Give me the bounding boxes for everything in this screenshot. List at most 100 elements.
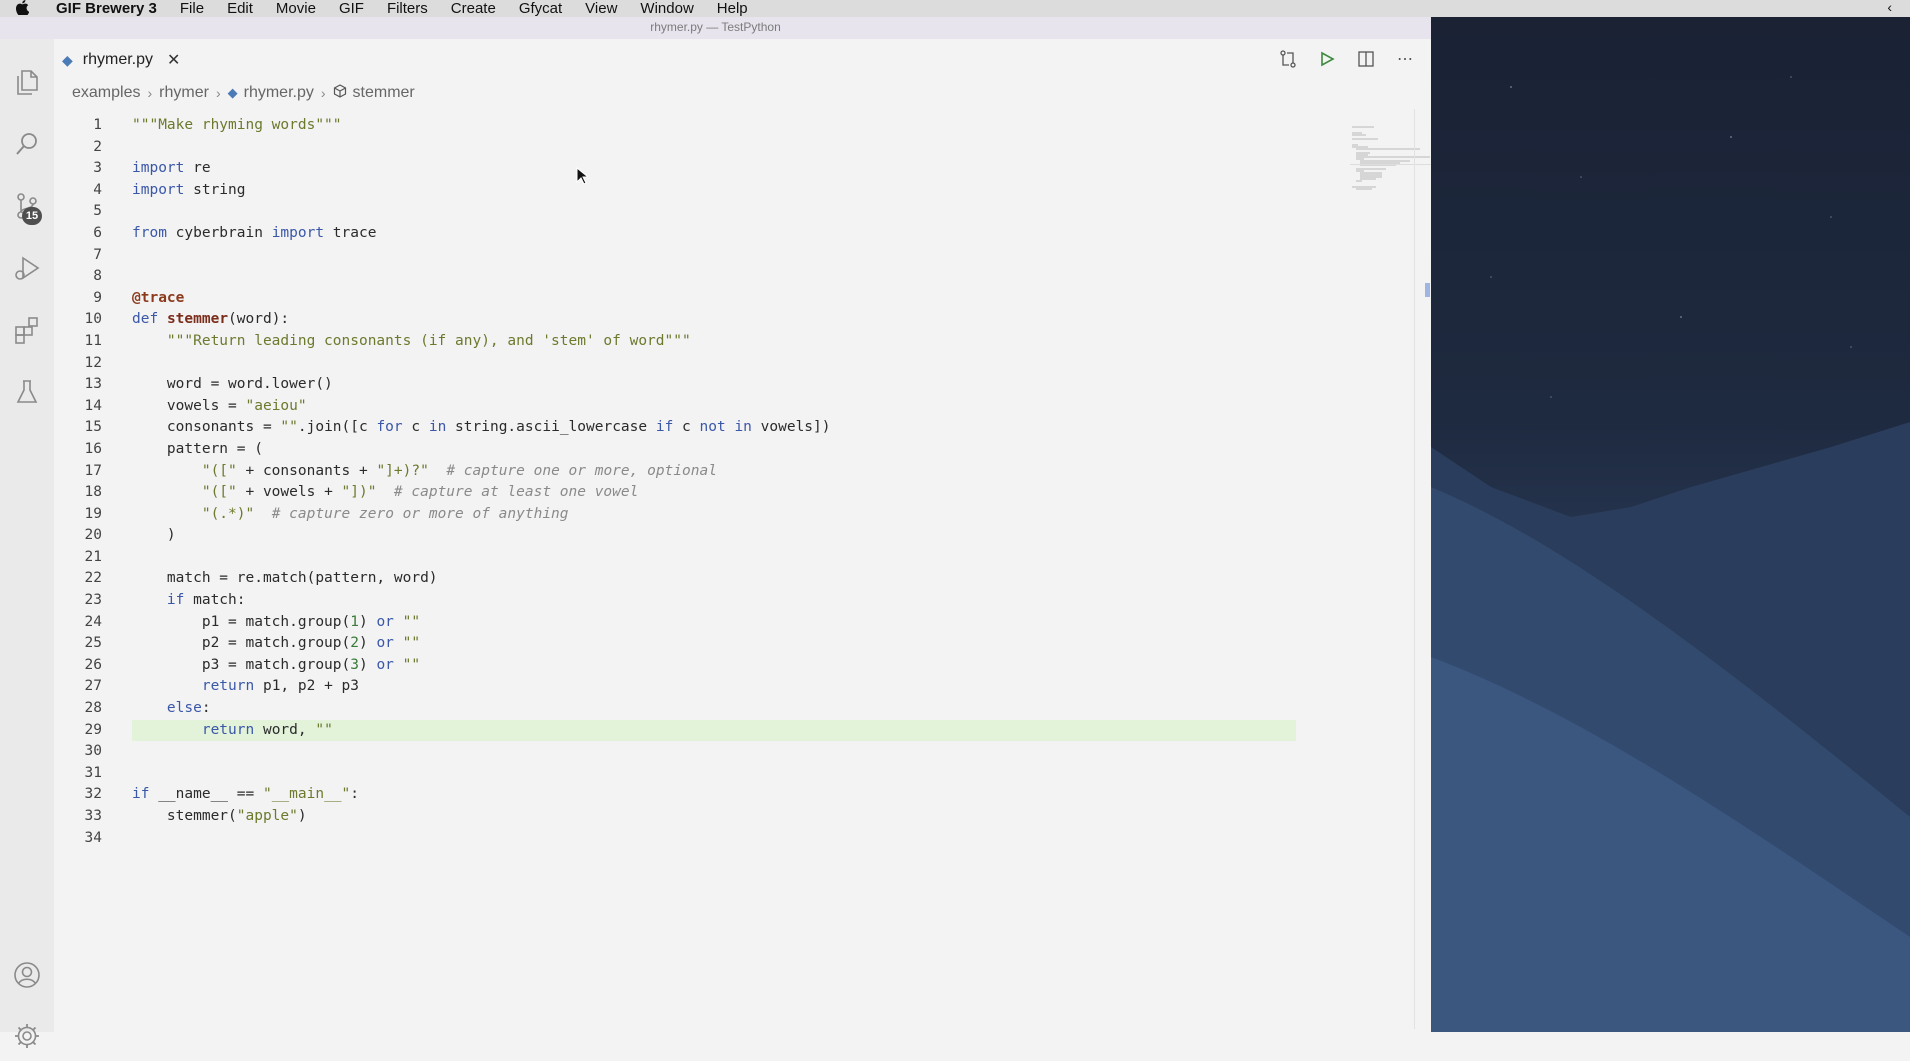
menu-edit[interactable]: Edit (227, 0, 253, 17)
code-line[interactable]: 7 (54, 245, 1294, 267)
menu-help[interactable]: Help (717, 0, 748, 17)
line-number: 31 (84, 764, 102, 781)
code-line[interactable]: 16 pattern = ( (54, 439, 1294, 461)
code-line[interactable]: 14 vowels = "aeiou" (54, 396, 1294, 418)
code-line[interactable]: 9 @trace (54, 288, 1294, 310)
scrollbar-marker (1425, 283, 1430, 297)
code-text: import string (132, 181, 246, 198)
code-line[interactable]: 31 (54, 763, 1294, 785)
line-number: 25 (84, 635, 102, 652)
code-line[interactable]: 32 if __name__ == "__main__": (54, 784, 1294, 806)
menu-filters[interactable]: Filters (387, 0, 428, 17)
breadcrumb-item[interactable]: examples (72, 84, 140, 102)
line-number: 14 (84, 397, 102, 414)
line-number: 28 (84, 700, 102, 717)
code-line[interactable]: 33 stemmer("apple") (54, 806, 1294, 828)
line-number: 1 (93, 117, 102, 133)
code-area[interactable]: 1 """Make rhyming words""" 2 3 import re 4 imp… (54, 115, 1296, 850)
menu-gif[interactable]: GIF (339, 0, 364, 17)
run-file-icon[interactable] (1315, 47, 1339, 71)
code-line[interactable]: 5 (54, 201, 1294, 223)
line-number: 15 (84, 419, 102, 436)
code-line[interactable]: 23 if match: (54, 590, 1294, 612)
code-line[interactable]: 25 p2 = match.group(2) or "" (54, 633, 1294, 655)
line-number: 5 (93, 203, 102, 220)
menu-file[interactable]: File (180, 0, 204, 17)
python-file-icon: ◆ (62, 51, 73, 68)
line-number: 8 (93, 268, 102, 285)
split-editor-icon[interactable] (1354, 47, 1378, 71)
testing-flask-icon[interactable] (0, 367, 54, 417)
apple-icon[interactable] (15, 0, 38, 18)
line-number: 21 (84, 548, 102, 565)
code-line[interactable]: 11 """Return leading consonants (if any)… (54, 331, 1294, 353)
extensions-icon[interactable] (0, 305, 54, 355)
code-line[interactable]: 29 return word, "" (54, 719, 1296, 742)
code-line[interactable]: 4 import string (54, 180, 1294, 202)
settings-gear-icon[interactable] (0, 1011, 54, 1061)
code-line[interactable]: 19 "(.*)" # capture zero or more of anyt… (54, 504, 1294, 526)
breadcrumb: examples › rhymer › ◆ rhymer.py › stemme… (72, 83, 415, 103)
source-control-icon[interactable]: 15 (0, 181, 54, 231)
run-debug-icon[interactable] (0, 243, 54, 293)
code-line[interactable]: 1 """Make rhyming words""" (54, 115, 1294, 137)
code-line[interactable]: 34 (54, 828, 1294, 850)
code-text: p3 = match.group(3) or "" (132, 656, 421, 673)
mouse-pointer-icon (576, 166, 590, 190)
explorer-icon[interactable] (0, 57, 54, 107)
code-line[interactable]: 6 from cyberbrain import trace (54, 223, 1294, 245)
code-line[interactable]: 3 import re (54, 158, 1294, 180)
chevron-left-icon[interactable]: ‹ (1887, 0, 1892, 15)
breadcrumb-item[interactable]: rhymer.py (244, 84, 314, 102)
code-line[interactable]: 24 p1 = match.group(1) or "" (54, 612, 1294, 634)
line-number: 17 (84, 462, 102, 479)
code-text: match = re.match(pattern, word) (132, 570, 438, 587)
minimap[interactable] (1350, 125, 1430, 205)
vscode-window: rhymer.py — TestPython 15 ◆ rhymer.py ✕ … (0, 17, 1468, 1048)
menu-gfycat[interactable]: Gfycat (519, 0, 562, 17)
tab-bar: ◆ rhymer.py ✕ ⋯ (54, 39, 1431, 79)
search-icon[interactable] (0, 119, 54, 169)
close-icon[interactable]: ✕ (167, 50, 180, 70)
code-line[interactable]: 12 (54, 353, 1294, 375)
open-changes-icon[interactable] (1276, 47, 1300, 71)
code-line[interactable]: 21 (54, 547, 1294, 569)
code-line[interactable]: 17 "([" + consonants + "]+)?" # capture … (54, 461, 1294, 483)
code-text: vowels = "aeiou" (132, 397, 307, 414)
menu-create[interactable]: Create (451, 0, 496, 17)
code-line[interactable]: 15 consonants = "".join([c for c in stri… (54, 417, 1294, 439)
code-text: if __name__ == "__main__": (132, 786, 360, 803)
line-number: 30 (84, 743, 102, 760)
code-text: @trace (132, 289, 185, 306)
code-line[interactable]: 20 ) (54, 525, 1294, 547)
more-actions-icon[interactable]: ⋯ (1393, 47, 1417, 71)
code-line[interactable]: 2 (54, 137, 1294, 159)
menu-view[interactable]: View (585, 0, 617, 17)
code-text: return word, "" (201, 721, 333, 738)
account-icon[interactable] (0, 950, 54, 1000)
code-text: from cyberbrain import trace (132, 224, 377, 241)
code-text: stemmer("apple") (132, 808, 307, 824)
menu-movie[interactable]: Movie (276, 0, 316, 17)
code-line[interactable]: 18 "([" + vowels + "])" # capture at lea… (54, 482, 1294, 504)
scrollbar-track[interactable] (1414, 109, 1415, 1029)
breadcrumb-item[interactable]: stemmer (353, 84, 415, 102)
menu-bar: GIF Brewery 3 File Edit Movie GIF Filter… (0, 0, 1910, 17)
menu-app-name[interactable]: GIF Brewery 3 (56, 0, 157, 17)
code-line[interactable]: 30 (54, 741, 1294, 763)
menu-window[interactable]: Window (640, 0, 693, 17)
code-line[interactable]: 13 word = word.lower() (54, 374, 1294, 396)
breadcrumb-item[interactable]: rhymer (159, 84, 209, 102)
line-number: 27 (84, 678, 102, 695)
line-number: 4 (93, 181, 102, 198)
tab-rhymer-py[interactable]: ◆ rhymer.py ✕ (62, 43, 180, 77)
line-number: 10 (84, 311, 102, 328)
code-line[interactable]: 22 match = re.match(pattern, word) (54, 568, 1294, 590)
chevron-right-icon: › (320, 85, 326, 101)
code-line[interactable]: 8 (54, 266, 1294, 288)
code-line[interactable]: 10 def stemmer(word): (54, 309, 1294, 331)
code-line[interactable]: 28 else: (54, 698, 1294, 720)
code-line[interactable]: 26 p3 = match.group(3) or "" (54, 655, 1294, 677)
code-line[interactable]: 27 return p1, p2 + p3 (54, 676, 1294, 698)
code-text: "(.*)" # capture zero or more of anythin… (201, 505, 569, 522)
